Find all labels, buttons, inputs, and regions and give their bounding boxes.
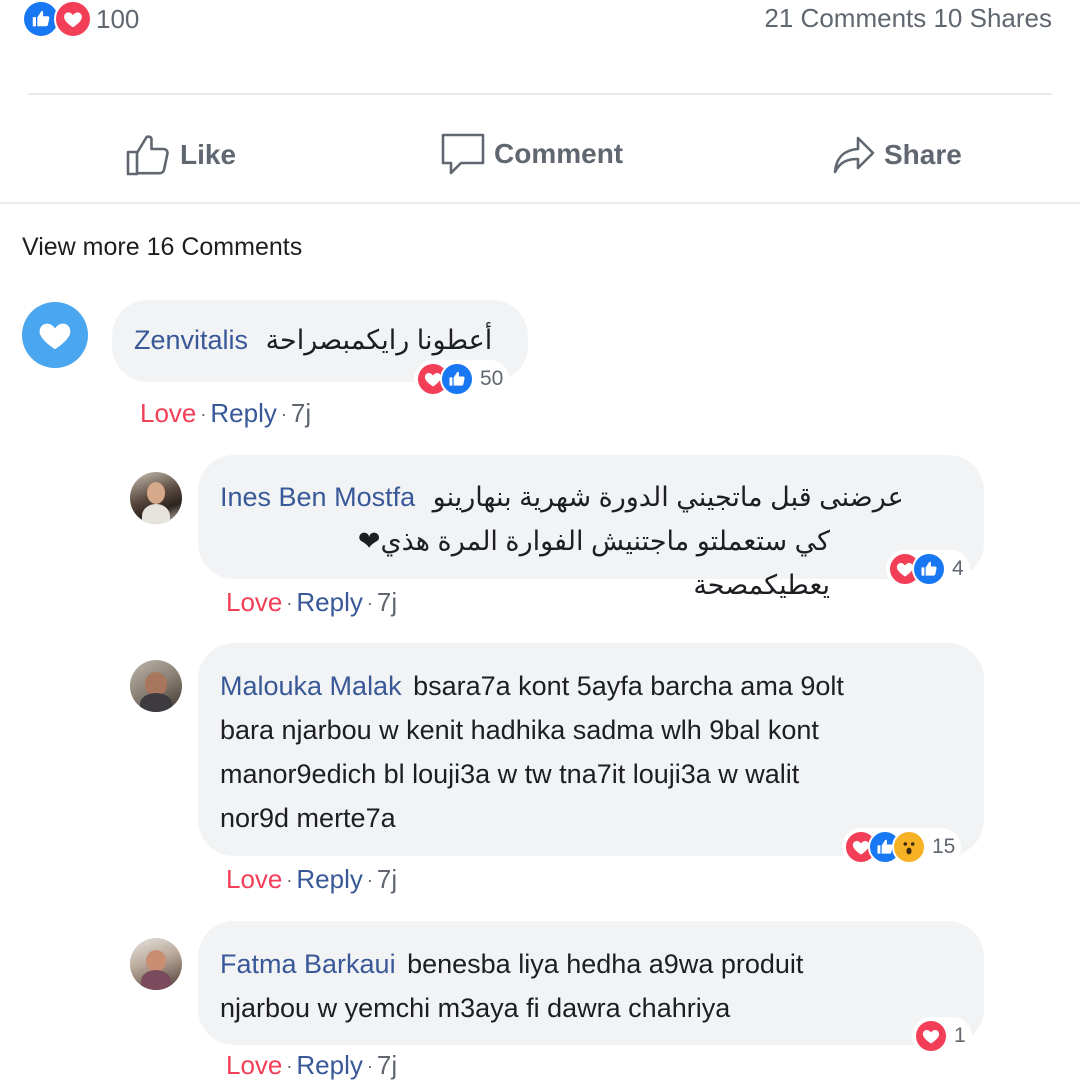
comment-text-line: njarbou w yemchi m3aya fi dawra chahriya xyxy=(220,993,731,1023)
comment-reactions[interactable]: 1 xyxy=(912,1017,972,1055)
comment-author[interactable]: Ines Ben Mostfa xyxy=(220,482,415,512)
share-arrow-icon xyxy=(833,136,875,174)
comment-meta: Love · Reply · 7j xyxy=(140,398,311,429)
comment-bubble: Ines Ben Mostfa عرضنى قبل ماتجيني الدورة… xyxy=(198,455,984,600)
comment-label: Comment xyxy=(494,138,624,169)
wow-icon xyxy=(892,830,926,864)
comment-reactions[interactable]: 50 xyxy=(414,360,510,398)
thumbs-up-icon xyxy=(126,135,169,176)
comment-meta: Love · Reply · 7j xyxy=(226,587,397,618)
reply-button[interactable]: Reply xyxy=(296,587,362,617)
share-label: Share xyxy=(884,139,962,170)
like-label: Like xyxy=(180,139,237,170)
comment-text-line: manor9edich bl louji3a w tw tna7it louji… xyxy=(220,759,800,789)
separator-dot: · xyxy=(366,593,373,613)
love-reaction-button[interactable]: Love xyxy=(226,587,282,617)
comment-author[interactable]: Zenvitalis xyxy=(134,325,248,355)
comment-time[interactable]: 7j xyxy=(291,398,311,428)
love-icon xyxy=(914,1019,948,1053)
post-reaction-count: 100 xyxy=(96,3,140,34)
comment-text-line: عرضنى قبل ماتجيني الدورة شهرية بنهارينو xyxy=(432,482,904,512)
comment-reactions[interactable]: 15 xyxy=(842,828,962,866)
comment-icon xyxy=(441,133,485,175)
like-icon xyxy=(440,362,474,396)
comment-time[interactable]: 7j xyxy=(377,587,397,617)
love-icon xyxy=(54,0,92,38)
love-reaction-button[interactable]: Love xyxy=(226,1050,282,1080)
reply-button[interactable]: Reply xyxy=(296,1050,362,1080)
view-more-comments-link[interactable]: View more 16 Comments xyxy=(22,233,302,262)
share-button[interactable]: Share xyxy=(832,135,962,175)
comment-meta: Love · Reply · 7j xyxy=(226,864,397,895)
separator-dot: · xyxy=(286,870,293,890)
comment-bubble: Fatma Barkaui benesba liya hedha a9wa pr… xyxy=(198,921,984,1045)
divider xyxy=(0,202,1080,204)
avatar[interactable] xyxy=(130,938,182,990)
post-reaction-summary[interactable]: 100 xyxy=(22,0,139,38)
reaction-count: 1 xyxy=(954,1024,966,1047)
comment-text: أعطونا رايكمبصراحة xyxy=(265,325,493,355)
separator-dot: · xyxy=(286,593,293,613)
reaction-count: 4 xyxy=(952,557,964,580)
avatar[interactable] xyxy=(130,472,182,524)
love-reaction-button[interactable]: Love xyxy=(140,398,196,428)
separator-dot: · xyxy=(366,1056,373,1076)
comment-reactions[interactable]: 4 xyxy=(886,550,970,588)
avatar[interactable] xyxy=(22,302,88,368)
comment-button[interactable]: Comment xyxy=(440,131,623,177)
comment-author[interactable]: Malouka Malak xyxy=(220,671,402,701)
reply-button[interactable]: Reply xyxy=(296,864,362,894)
reaction-count: 15 xyxy=(932,835,956,858)
like-button[interactable]: Like xyxy=(124,133,236,177)
separator-dot: · xyxy=(200,404,207,424)
separator-dot: · xyxy=(280,404,287,424)
heart-icon xyxy=(36,316,74,354)
reaction-count: 50 xyxy=(480,367,504,390)
separator-dot: · xyxy=(286,1056,293,1076)
divider xyxy=(28,93,1052,95)
comment-time[interactable]: 7j xyxy=(377,1050,397,1080)
comment-time[interactable]: 7j xyxy=(377,864,397,894)
avatar[interactable] xyxy=(130,660,182,712)
comment-text-line: benesba liya hedha a9wa produit xyxy=(407,949,804,979)
comment-meta: Love · Reply · 7j xyxy=(226,1050,397,1081)
comment-author[interactable]: Fatma Barkaui xyxy=(220,949,396,979)
comment-text-line: bara njarbou w kenit hadhika sadma wlh 9… xyxy=(220,715,819,745)
love-reaction-button[interactable]: Love xyxy=(226,864,282,894)
like-icon xyxy=(912,552,946,586)
separator-dot: · xyxy=(366,870,373,890)
post-stats[interactable]: 21 Comments 10 Shares xyxy=(764,3,1052,34)
comment-bubble: Malouka Malak bsara7a kont 5ayfa barcha … xyxy=(198,643,984,856)
comment-text-line: bsara7a kont 5ayfa barcha ama 9olt xyxy=(413,671,844,701)
reply-button[interactable]: Reply xyxy=(210,398,276,428)
